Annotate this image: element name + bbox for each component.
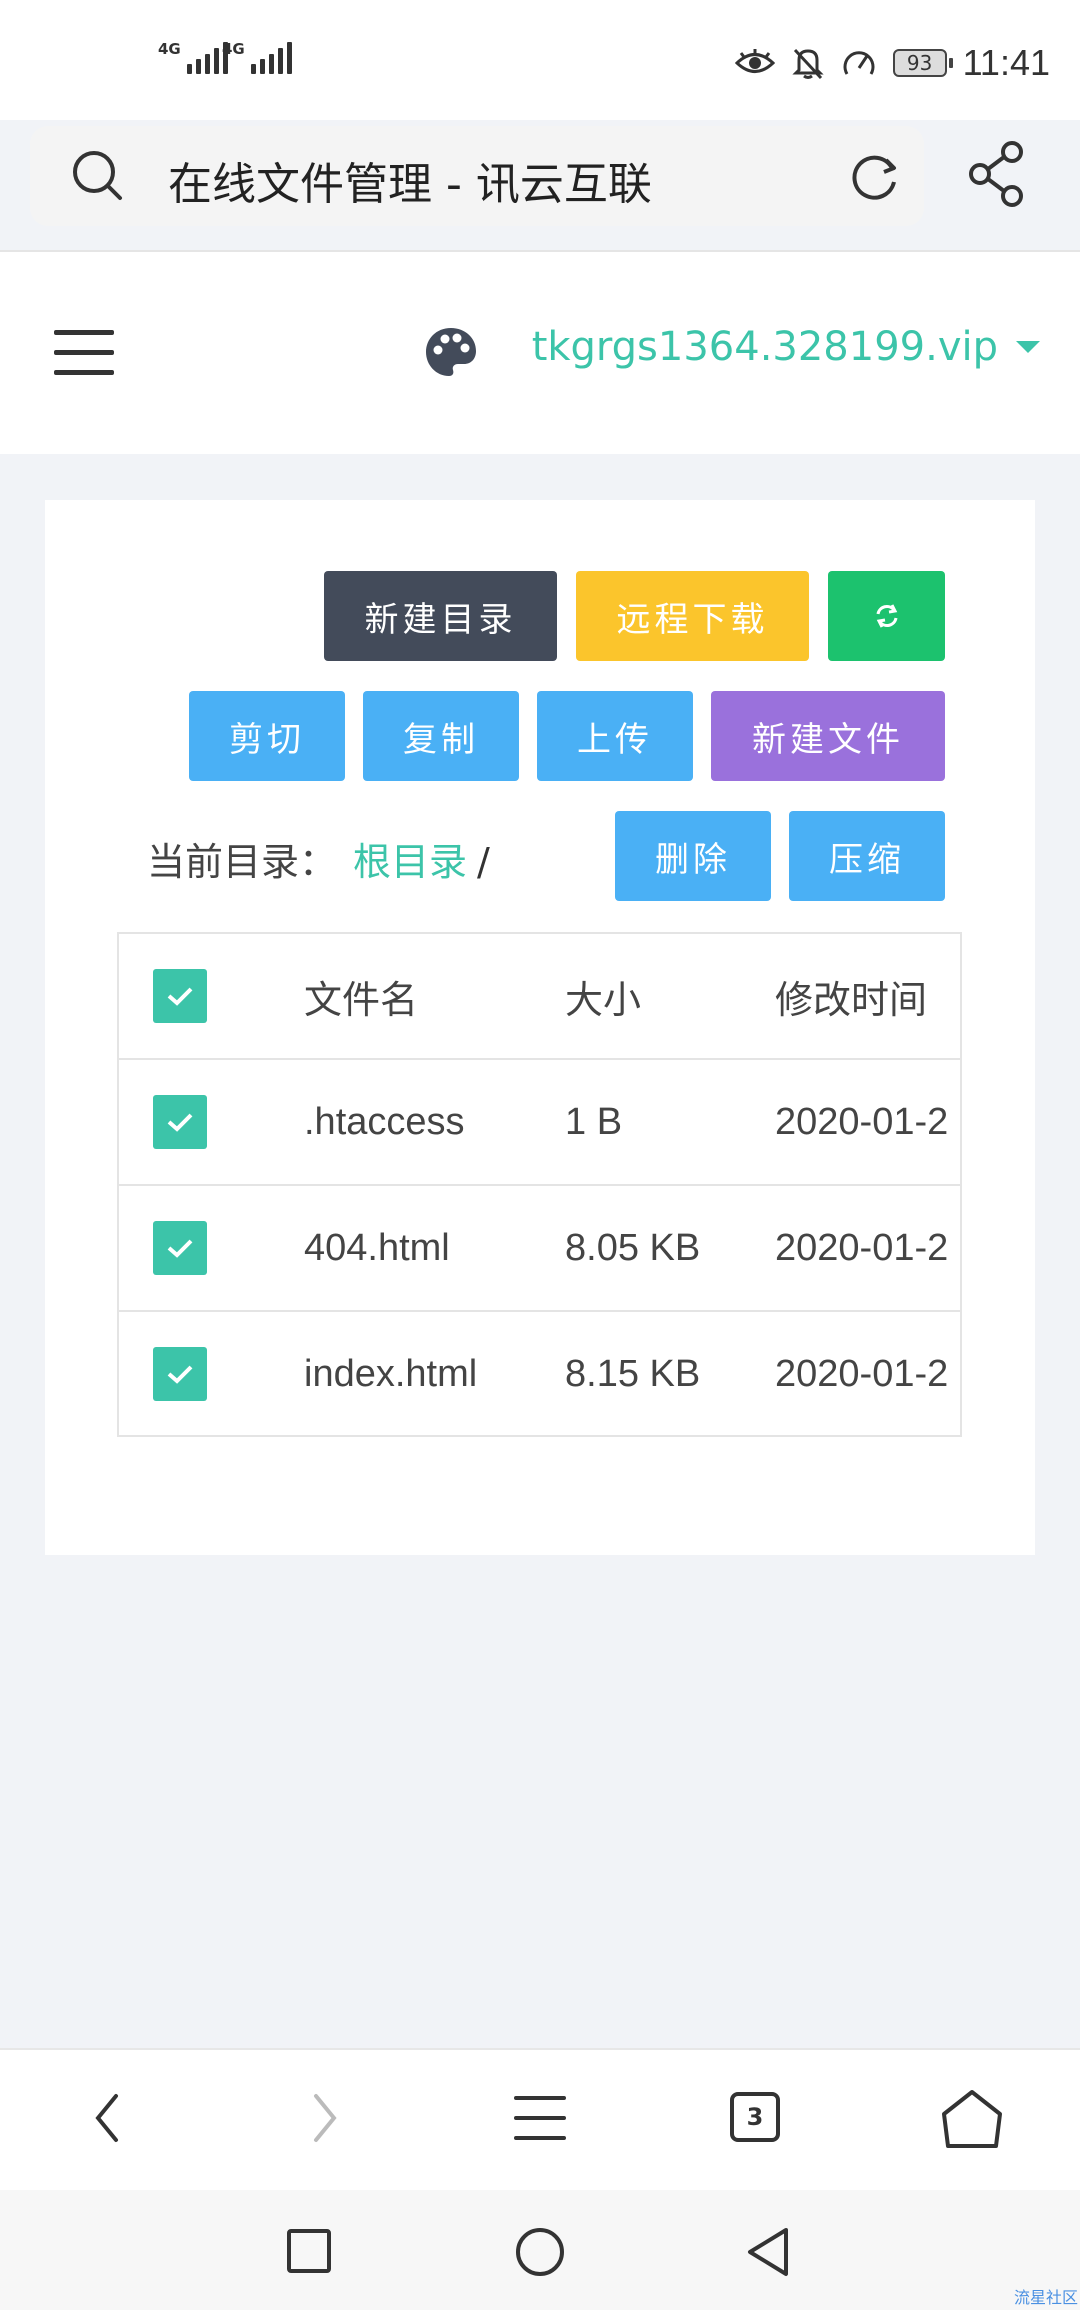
speedometer-icon: [843, 51, 875, 75]
table-row[interactable]: index.html 8.15 KB 2020-01-2: [119, 1312, 960, 1435]
check-icon: [167, 1113, 193, 1132]
palette-icon[interactable]: [424, 326, 478, 378]
home-nav-icon[interactable]: [514, 2226, 566, 2278]
upload-button[interactable]: 上传: [537, 691, 693, 781]
battery-icon: 93: [892, 49, 953, 77]
remote-download-button[interactable]: 远程下载: [576, 571, 809, 661]
column-header-size[interactable]: 大小: [565, 934, 641, 1058]
back-icon[interactable]: [86, 2088, 130, 2148]
new-file-button[interactable]: 新建文件: [711, 691, 945, 781]
file-name[interactable]: .htaccess: [304, 1060, 465, 1184]
page-header: tkgrgs1364.328199.vip: [0, 252, 1080, 454]
delete-button[interactable]: 删除: [615, 811, 771, 901]
file-modified: 2020-01-2: [775, 1226, 949, 1269]
network-type-1: 4G: [158, 40, 181, 58]
menu-icon[interactable]: [512, 2088, 568, 2148]
current-directory: 当前目录： 根目录 /: [147, 831, 490, 886]
signal-icon: 4G: [222, 42, 292, 74]
user-domain-dropdown[interactable]: tkgrgs1364.328199.vip: [532, 324, 1040, 370]
check-icon: [167, 1365, 193, 1384]
address-bar[interactable]: 在线文件管理 - 讯云互联: [30, 126, 924, 226]
current-directory-label: 当前目录：: [147, 840, 338, 884]
root-directory-link[interactable]: 根目录: [353, 840, 467, 884]
tabs-button[interactable]: 3: [730, 2092, 780, 2142]
forward-icon[interactable]: [302, 2088, 346, 2148]
compress-button[interactable]: 压缩: [789, 811, 945, 901]
back-nav-icon[interactable]: [744, 2226, 792, 2278]
reload-icon[interactable]: [846, 146, 906, 206]
row-checkbox[interactable]: [153, 1095, 207, 1149]
column-header-modified[interactable]: 修改时间: [775, 934, 927, 1058]
file-modified: 2020-01-2: [775, 1352, 949, 1395]
table-row[interactable]: .htaccess 1 B 2020-01-2: [119, 1060, 960, 1186]
column-header-name[interactable]: 文件名: [304, 934, 418, 1058]
file-modified: 2020-01-2: [775, 1100, 949, 1143]
page-title[interactable]: 在线文件管理 - 讯云互联: [168, 148, 652, 212]
signal-icon: 4G: [158, 42, 228, 74]
share-icon[interactable]: [966, 138, 1030, 210]
path-separator: /: [477, 840, 490, 884]
system-navigation-bar: 流星社区: [0, 2190, 1080, 2310]
eye-icon: [734, 49, 775, 73]
file-table: 文件名 大小 修改时间 .htaccess 1 B 2020-01-2 404.…: [117, 932, 962, 1437]
search-icon[interactable]: [70, 148, 126, 204]
select-all-checkbox[interactable]: [153, 969, 207, 1023]
check-icon: [167, 1239, 193, 1258]
refresh-icon: [876, 604, 897, 628]
file-size: 1 B: [565, 1100, 623, 1143]
browser-toolbar: 3: [0, 2048, 1080, 2190]
battery-level: 93: [906, 51, 933, 75]
status-bar: 4G 4G 93 11:41: [0, 0, 1080, 120]
file-name[interactable]: index.html: [304, 1312, 477, 1435]
row-checkbox[interactable]: [153, 1221, 207, 1275]
table-header-row: 文件名 大小 修改时间: [119, 934, 960, 1060]
caret-down-icon: [1016, 341, 1040, 353]
file-size: 8.05 KB: [565, 1226, 701, 1269]
home-icon[interactable]: [940, 2088, 1004, 2150]
tab-count: 3: [746, 2103, 764, 2131]
copy-button[interactable]: 复制: [363, 691, 519, 781]
file-name[interactable]: 404.html: [304, 1186, 450, 1310]
watermark: 流星社区: [1013, 2288, 1078, 2307]
clock: 11:41: [962, 42, 1050, 83]
table-row[interactable]: 404.html 8.05 KB 2020-01-2: [119, 1186, 960, 1312]
cut-button[interactable]: 剪切: [189, 691, 345, 781]
row-checkbox[interactable]: [153, 1347, 207, 1401]
file-size: 8.15 KB: [565, 1352, 701, 1395]
check-icon: [167, 987, 193, 1006]
refresh-button[interactable]: [828, 571, 945, 661]
new-directory-button[interactable]: 新建目录: [324, 571, 557, 661]
recent-apps-icon[interactable]: [286, 2228, 332, 2274]
menu-icon[interactable]: [54, 330, 114, 376]
network-type-2: 4G: [222, 40, 245, 58]
domain-label: tkgrgs1364.328199.vip: [531, 324, 998, 370]
bell-off-icon: [791, 48, 824, 80]
